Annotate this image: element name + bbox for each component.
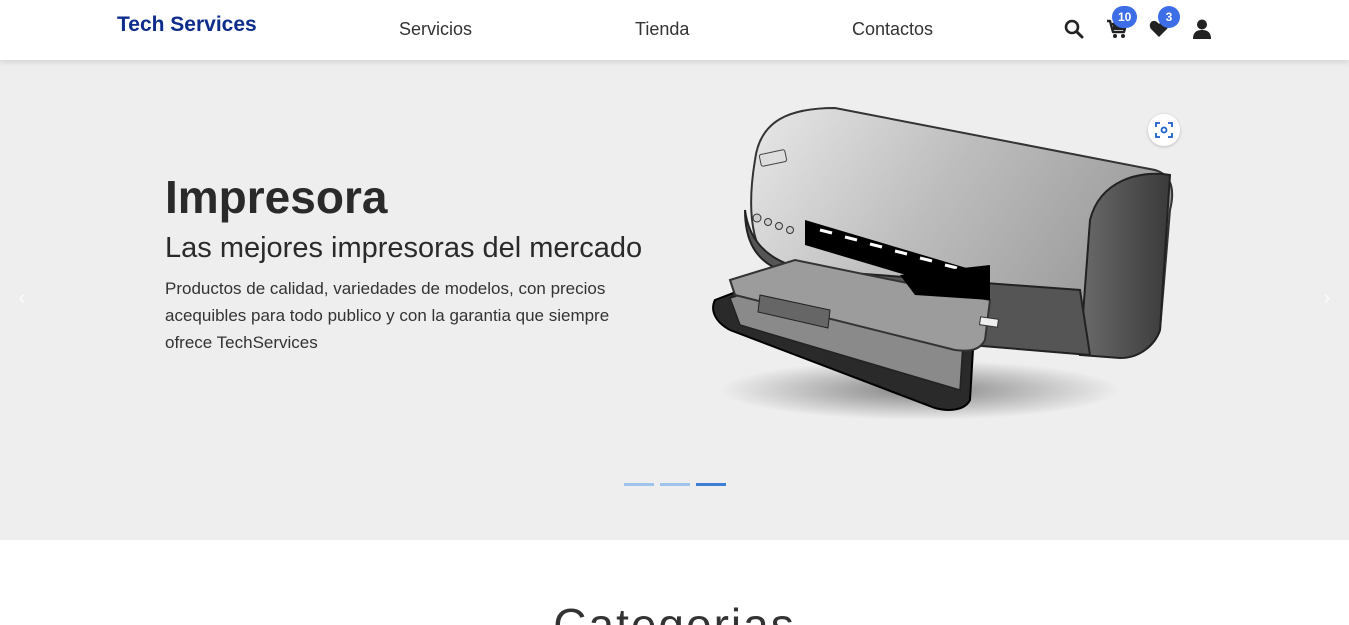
nav-link-tienda[interactable]: Tienda [635,19,689,40]
printer-image [712,106,1174,420]
carousel-indicator-1[interactable] [624,483,654,486]
search-icon[interactable] [1063,18,1085,40]
hero-description: Productos de calidad, variedades de mode… [165,279,610,352]
image-search-lens-button[interactable] [1148,114,1180,146]
brand-logo[interactable]: Tech Services [117,13,257,37]
navbar: Tech Services Servicios Tienda Contactos… [0,0,1349,60]
nav-link-contactos[interactable]: Contactos [852,19,933,40]
carousel-next-button[interactable]: › [1320,287,1334,309]
categories-title: Categorias [553,599,796,625]
hero-subtitle: Las mejores impresoras del mercado [165,232,643,264]
carousel-indicator-3[interactable] [696,483,726,486]
carousel-prev-button[interactable]: ‹ [15,287,29,309]
carousel-indicators [624,483,726,486]
hero-title: Impresora [165,171,388,223]
nav-link-servicios[interactable]: Servicios [399,19,472,40]
lens-icon [1155,122,1173,138]
cart-count-badge: 10 [1112,6,1138,28]
hero-carousel: ‹ › Impresora Las mejores impresoras del… [0,60,1349,540]
user-icon[interactable] [1191,18,1213,40]
carousel-indicator-2[interactable] [660,483,690,486]
wishlist-count-badge: 3 [1158,6,1180,28]
